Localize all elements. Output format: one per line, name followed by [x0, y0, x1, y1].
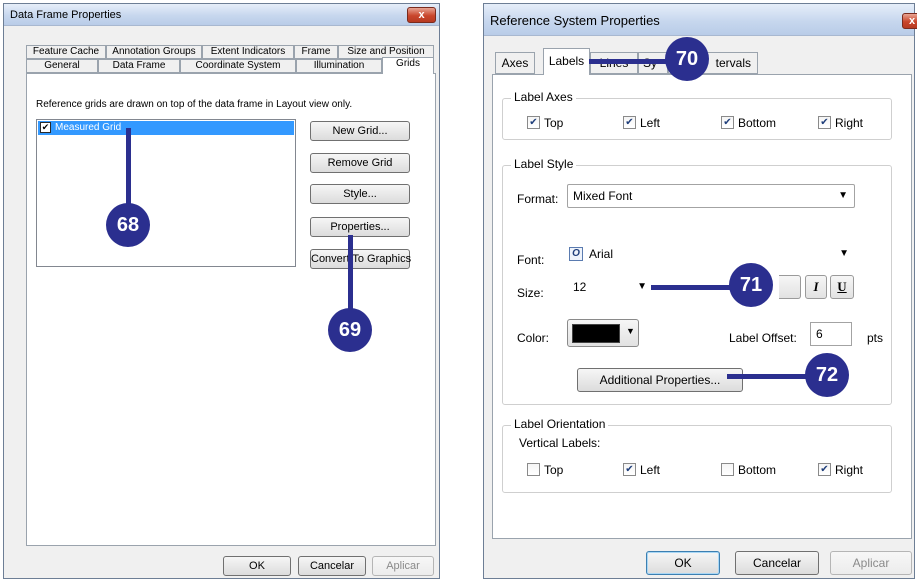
- apply-button[interactable]: Aplicar: [372, 556, 434, 576]
- label-axes-top-checkbox[interactable]: ✔: [527, 116, 540, 129]
- orientation-bottom-checkbox[interactable]: [721, 463, 734, 476]
- label-offset-label: Label Offset:: [729, 331, 797, 345]
- convert-to-graphics-button[interactable]: Convert To Graphics: [310, 249, 411, 269]
- grids-tab-panel: Reference grids are drawn on top of the …: [26, 73, 436, 546]
- label-axes-bottom-checkbox[interactable]: ✔: [721, 116, 734, 129]
- additional-properties-button[interactable]: Additional Properties...: [577, 368, 743, 392]
- label-axes-bottom-label: Bottom: [738, 116, 777, 130]
- labels-tab-panel: Label Axes ✔ Top ✔ Left ✔ Bottom ✔ Right…: [492, 74, 912, 539]
- font-value: Arial: [589, 247, 614, 261]
- color-label: Color:: [517, 331, 550, 345]
- size-value: 12: [573, 280, 587, 294]
- tab-data-frame[interactable]: Data Frame: [98, 59, 180, 73]
- callout-71: 71: [729, 263, 773, 307]
- list-item[interactable]: ✔ Measured Grid: [38, 121, 294, 135]
- title-bar: Reference System Properties x: [484, 4, 917, 36]
- orientation-bottom-label: Bottom: [738, 463, 777, 477]
- label-offset-unit: pts: [867, 331, 884, 345]
- italic-button[interactable]: I: [805, 275, 827, 299]
- format-value: Mixed Font: [573, 189, 633, 203]
- label-orientation-legend: Label Orientation: [511, 417, 609, 431]
- apply-button[interactable]: Aplicar: [830, 551, 912, 575]
- cancel-button[interactable]: Cancelar: [735, 551, 819, 575]
- tab-grids[interactable]: Grids: [382, 57, 434, 74]
- callout-70: 70: [665, 37, 709, 81]
- grids-description: Reference grids are drawn on top of the …: [36, 99, 353, 110]
- properties-button[interactable]: Properties...: [310, 217, 410, 237]
- label-axes-left-checkbox[interactable]: ✔: [623, 116, 636, 129]
- format-dropdown[interactable]: Mixed Font ▼: [567, 184, 855, 208]
- chevron-down-icon: ▼: [839, 248, 849, 259]
- orientation-left-label: Left: [640, 463, 661, 477]
- tab-annotation-groups[interactable]: Annotation Groups: [106, 45, 202, 59]
- data-frame-properties-dialog: Data Frame Properties x Feature Cache An…: [3, 3, 440, 579]
- tab-coordinate-system[interactable]: Coordinate System: [180, 59, 296, 73]
- ok-button[interactable]: OK: [646, 551, 720, 575]
- cancel-button[interactable]: Cancelar: [298, 556, 366, 576]
- orientation-right-checkbox[interactable]: ✔: [818, 463, 831, 476]
- label-axes-top-label: Top: [544, 116, 564, 130]
- dialog-title: Reference System Properties: [490, 13, 660, 28]
- tab-frame[interactable]: Frame: [294, 45, 338, 59]
- chevron-down-icon: ▼: [637, 281, 647, 292]
- grid-item-label: Measured Grid: [55, 122, 122, 133]
- label-axes-left-label: Left: [640, 116, 661, 130]
- dialog-title: Data Frame Properties: [10, 9, 122, 21]
- grid-list[interactable]: ✔ Measured Grid: [36, 119, 296, 267]
- callout-70-leader: [589, 59, 667, 64]
- orientation-top-checkbox[interactable]: [527, 463, 540, 476]
- remove-grid-button[interactable]: Remove Grid: [310, 153, 410, 173]
- callout-69-leader: [348, 235, 353, 310]
- callout-72-leader: [727, 374, 807, 379]
- tab-extent-indicators[interactable]: Extent Indicators: [202, 45, 294, 59]
- callout-72: 72: [805, 353, 849, 397]
- label-axes-legend: Label Axes: [511, 90, 576, 104]
- callout-68: 68: [106, 203, 150, 247]
- close-button[interactable]: x: [407, 7, 436, 23]
- orientation-right-label: Right: [835, 463, 864, 477]
- new-grid-button[interactable]: New Grid...: [310, 121, 410, 141]
- color-picker[interactable]: ▼: [567, 319, 639, 347]
- reference-system-properties-dialog: Reference System Properties x Axes Label…: [483, 3, 917, 579]
- size-label: Size:: [517, 286, 544, 300]
- orientation-left-checkbox[interactable]: ✔: [623, 463, 636, 476]
- tab-feature-cache[interactable]: Feature Cache: [26, 45, 106, 59]
- ok-button[interactable]: OK: [223, 556, 291, 576]
- callout-71-leader: [651, 285, 731, 290]
- font-dropdown[interactable]: O Arial ▼: [567, 243, 855, 267]
- opentype-font-icon: O: [569, 247, 583, 261]
- style-button[interactable]: Style...: [310, 184, 410, 204]
- grid-checkbox[interactable]: ✔: [40, 122, 51, 133]
- label-style-legend: Label Style: [511, 157, 577, 171]
- underline-button[interactable]: U: [830, 275, 854, 299]
- format-label: Format:: [517, 192, 559, 206]
- title-bar: Data Frame Properties x: [4, 4, 439, 26]
- tab-general[interactable]: General: [26, 59, 98, 73]
- tab-axes[interactable]: Axes: [495, 52, 535, 74]
- label-axes-right-checkbox[interactable]: ✔: [818, 116, 831, 129]
- chevron-down-icon: ▼: [838, 190, 848, 201]
- bold-button[interactable]: [779, 275, 801, 299]
- label-offset-input[interactable]: 6: [810, 322, 852, 346]
- chevron-down-icon: ▼: [626, 326, 635, 336]
- font-label: Font:: [517, 253, 545, 267]
- label-axes-right-label: Right: [835, 116, 864, 130]
- vertical-labels-label: Vertical Labels:: [519, 436, 601, 450]
- close-button[interactable]: x: [902, 13, 917, 29]
- tab-labels[interactable]: Labels: [543, 48, 590, 75]
- callout-68-leader: [126, 128, 131, 204]
- tab-illumination[interactable]: Illumination: [296, 59, 382, 73]
- color-swatch: [572, 324, 620, 343]
- orientation-top-label: Top: [544, 463, 564, 477]
- callout-69: 69: [328, 308, 372, 352]
